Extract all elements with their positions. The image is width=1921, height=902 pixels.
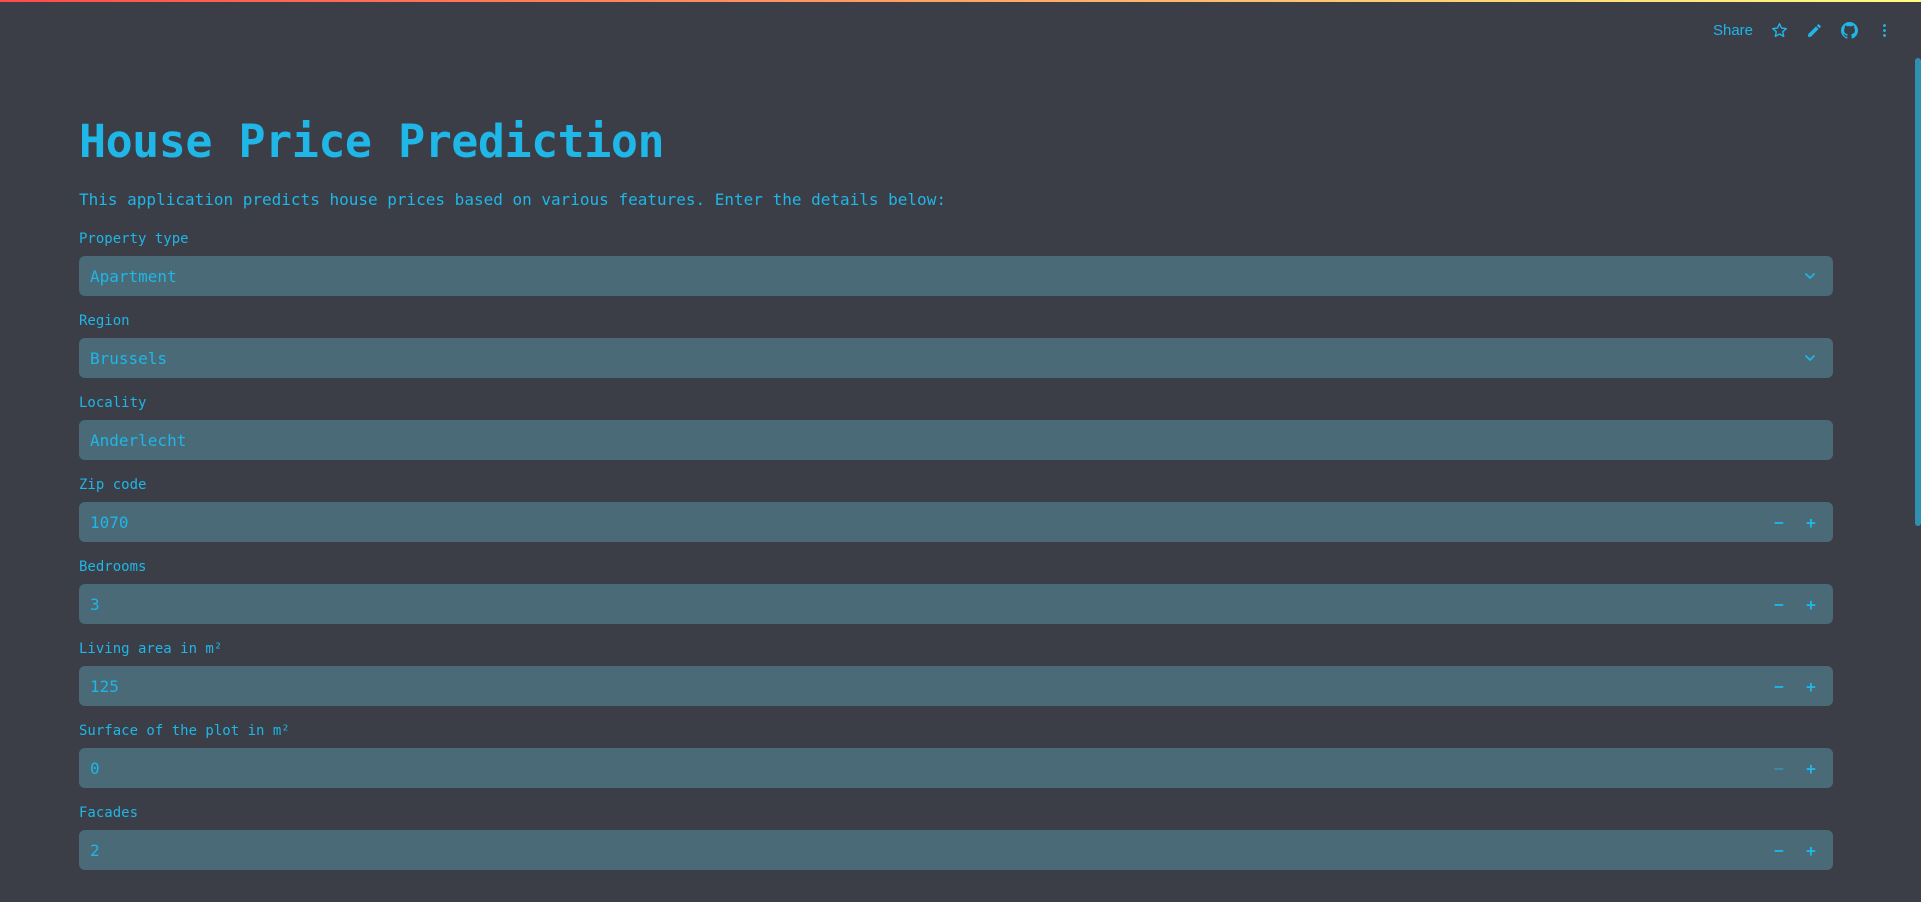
locality-input[interactable]: Anderlecht: [79, 420, 1833, 460]
living-area-input[interactable]: 125 − +: [79, 666, 1833, 706]
plot-surface-increment-button[interactable]: +: [1795, 748, 1827, 788]
bedrooms-increment-button[interactable]: +: [1795, 584, 1827, 624]
zip-code-label: Zip code: [79, 477, 147, 493]
facades-decrement-button[interactable]: −: [1763, 830, 1795, 870]
main-content: House Price Prediction This application …: [79, 110, 1833, 870]
facades-label: Facades: [79, 805, 139, 821]
living-area-increment-button[interactable]: +: [1795, 666, 1827, 706]
property-type-value: Apartment: [90, 266, 177, 286]
page-subtitle: This application predicts house prices b…: [79, 190, 946, 209]
pencil-icon[interactable]: [1806, 22, 1823, 39]
living-area-field: Living area in m² 125 − +: [79, 640, 1833, 706]
plot-surface-decrement-button[interactable]: −: [1763, 748, 1795, 788]
bedrooms-label: Bedrooms: [79, 559, 147, 575]
living-area-label: Living area in m²: [79, 641, 223, 657]
bedrooms-input[interactable]: 3 − +: [79, 584, 1833, 624]
plot-surface-input[interactable]: 0 − +: [79, 748, 1833, 788]
locality-label: Locality: [79, 395, 147, 411]
property-type-select[interactable]: Apartment: [79, 256, 1833, 296]
header-decoration: [0, 0, 1921, 2]
facades-field: Facades 2 − +: [79, 804, 1833, 870]
share-button[interactable]: Share: [1713, 22, 1753, 39]
bedrooms-value: 3: [90, 594, 100, 614]
facades-value: 2: [90, 840, 100, 860]
facades-increment-button[interactable]: +: [1795, 830, 1827, 870]
chevron-down-icon: [1805, 355, 1815, 361]
page-scrollbar[interactable]: [1915, 58, 1921, 526]
property-type-label: Property type: [79, 231, 189, 247]
living-area-value: 125: [90, 676, 119, 696]
page-title: House Price Prediction: [79, 115, 665, 168]
locality-field: Locality Anderlecht: [79, 394, 1833, 460]
toolbar: Share: [1713, 22, 1893, 39]
zip-code-input[interactable]: 1070 − +: [79, 502, 1833, 542]
star-icon[interactable]: [1771, 22, 1788, 39]
region-label: Region: [79, 313, 130, 329]
zip-code-increment-button[interactable]: +: [1795, 502, 1827, 542]
region-select[interactable]: Brussels: [79, 338, 1833, 378]
zip-code-value: 1070: [90, 512, 129, 532]
locality-value: Anderlecht: [90, 430, 187, 450]
app-root: Share House Price Prediction This applic…: [0, 0, 1921, 902]
region-value: Brussels: [90, 348, 168, 368]
property-type-field: Property type Apartment: [79, 230, 1833, 296]
plot-surface-field: Surface of the plot in m² 0 − +: [79, 722, 1833, 788]
more-vertical-icon[interactable]: [1876, 22, 1893, 39]
bedrooms-decrement-button[interactable]: −: [1763, 584, 1795, 624]
bedrooms-field: Bedrooms 3 − +: [79, 558, 1833, 624]
github-icon[interactable]: [1841, 22, 1858, 39]
facades-input[interactable]: 2 − +: [79, 830, 1833, 870]
region-field: Region Brussels: [79, 312, 1833, 378]
plot-surface-value: 0: [90, 758, 100, 778]
chevron-down-icon: [1805, 273, 1815, 279]
zip-code-decrement-button[interactable]: −: [1763, 502, 1795, 542]
zip-code-field: Zip code 1070 − +: [79, 476, 1833, 542]
plot-surface-label: Surface of the plot in m²: [79, 723, 290, 739]
living-area-decrement-button[interactable]: −: [1763, 666, 1795, 706]
